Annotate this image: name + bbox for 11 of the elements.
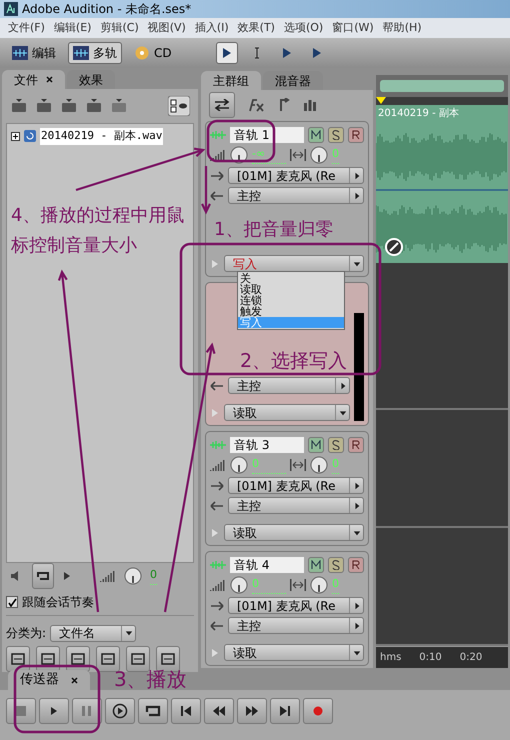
annotation-text: 4、播放的过程中用鼠标控制音量大小 [11,204,186,258]
sort-label: 分类为: [6,625,46,642]
clip-name: 20140219 - 副本 [378,106,459,121]
annotation-text: 3、播放 [114,668,187,690]
annotation-text: 1、把音量归零 [213,218,334,242]
window-title: Adobe Audition - 未命名.ses* [22,1,192,18]
ruler-label: hms [380,651,402,665]
ruler-label: 0:20 [460,651,482,665]
annotation-text: 2、选择写入 [239,349,348,373]
checkbox-label: 跟随会话节奏 [22,594,94,611]
ruler-label: 0:10 [419,651,442,665]
